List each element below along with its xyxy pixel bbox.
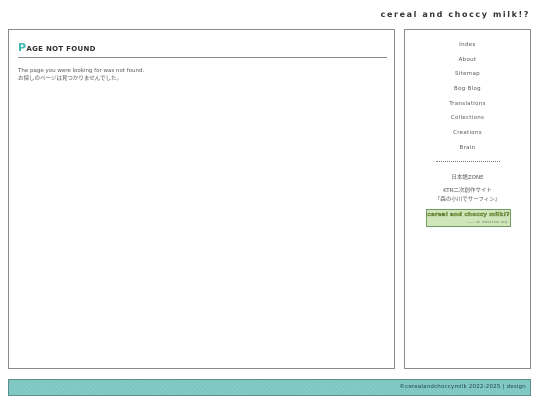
main-content: Page not found The page you were looking… xyxy=(8,29,395,369)
nav-link-index[interactable]: Index xyxy=(405,38,530,53)
page-title: Page not found xyxy=(18,42,387,58)
banner-title: cereal and choccy milk!? xyxy=(427,211,510,218)
nav-link-sitemap[interactable]: Sitemap xyxy=(405,67,530,82)
nav-link-ktr-site[interactable]: KTR二次創作サイト 『森の小川でサーフィン』 xyxy=(405,187,530,204)
nav-link-about[interactable]: About xyxy=(405,53,530,68)
footer-credits: ©cerealandchoccymilk 2022-2025 | design xyxy=(399,384,526,390)
site-title: cereal and choccy milk!? xyxy=(380,10,530,19)
footer-design-link[interactable]: design xyxy=(507,384,526,390)
nav-link-bog-blog[interactable]: Bog Blog xyxy=(405,82,530,97)
page-title-rest: age not found xyxy=(26,45,96,53)
nav-link-jp-zone[interactable]: 日本語ZONE xyxy=(405,173,530,181)
nav-link-creations[interactable]: Creations xyxy=(405,126,530,141)
nav-link-brain[interactable]: Brain xyxy=(405,141,530,156)
not-found-message: The page you were looking for was not fo… xyxy=(18,68,144,83)
footer-copyright-link[interactable]: ©cerealandchoccymilk 2022-2025 xyxy=(399,384,500,390)
sidebar-divider xyxy=(436,161,500,162)
sidebar: Index About Sitemap Bog Blog Translation… xyxy=(404,29,531,369)
nav-link-collections[interactable]: Collections xyxy=(405,111,530,126)
sidebar-nav: Index About Sitemap Bog Blog Translation… xyxy=(405,38,530,156)
footer: ©cerealandchoccymilk 2022-2025 | design xyxy=(8,379,531,396)
footer-separator: | xyxy=(502,384,505,390)
not-found-message-ja: お探しのページは見つかりませんでした。 xyxy=(18,75,122,82)
banner-subtitle: ———— on neocities.org xyxy=(466,220,507,224)
nav-link-translations[interactable]: Translations xyxy=(405,97,530,112)
ktr-site-line-1: KTR二次創作サイト xyxy=(443,188,492,194)
ktr-site-line-2: 『森の小川でサーフィン』 xyxy=(434,196,501,203)
site-banner-button[interactable]: cereal and choccy milk!? ———— on neociti… xyxy=(426,209,511,227)
not-found-message-en: The page you were looking for was not fo… xyxy=(18,68,145,74)
